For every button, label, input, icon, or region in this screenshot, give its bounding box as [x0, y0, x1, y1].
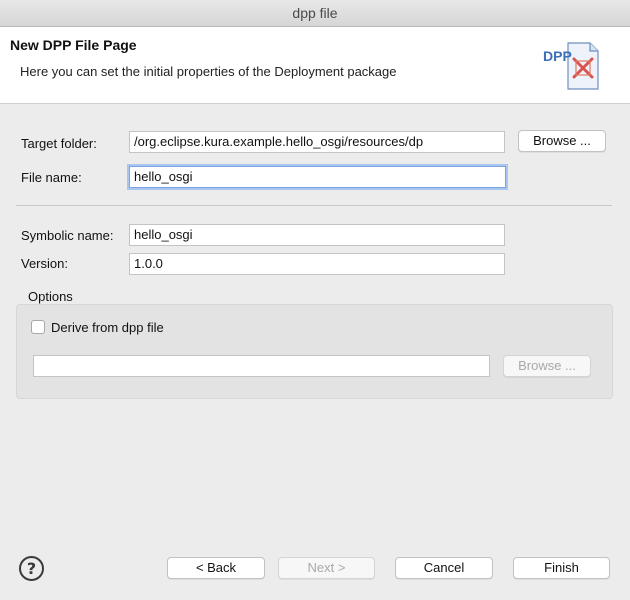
- help-icon[interactable]: ?: [19, 556, 44, 581]
- options-group: [16, 304, 613, 399]
- target-folder-input[interactable]: /org.eclipse.kura.example.hello_osgi/res…: [129, 131, 505, 153]
- next-button[interactable]: Next >: [278, 557, 375, 579]
- finish-button[interactable]: Finish: [513, 557, 610, 579]
- page-title: New DPP File Page: [10, 37, 137, 53]
- version-input[interactable]: 1.0.0: [129, 253, 505, 275]
- svg-text:DPP: DPP: [543, 48, 572, 64]
- target-folder-browse-button[interactable]: Browse ...: [518, 130, 606, 152]
- version-label: Version:: [21, 256, 68, 271]
- wizard-header: New DPP File Page Here you can set the i…: [0, 27, 630, 104]
- derive-browse-button[interactable]: Browse ...: [503, 355, 591, 377]
- derive-from-dpp-label[interactable]: Derive from dpp file: [51, 320, 164, 335]
- derive-from-dpp-checkbox[interactable]: [31, 320, 45, 334]
- options-group-title: Options: [28, 289, 73, 304]
- back-button[interactable]: < Back: [167, 557, 265, 579]
- dpp-file-icon: DPP: [540, 37, 604, 93]
- section-divider: [16, 205, 612, 206]
- symbolic-name-input[interactable]: hello_osgi: [129, 224, 505, 246]
- symbolic-name-label: Symbolic name:: [21, 228, 114, 243]
- target-folder-label: Target folder:: [21, 136, 97, 151]
- derive-path-input[interactable]: [33, 355, 490, 377]
- file-name-input[interactable]: hello_osgi: [129, 166, 506, 188]
- cancel-button[interactable]: Cancel: [395, 557, 493, 579]
- window-title: dpp file: [0, 0, 630, 27]
- page-description: Here you can set the initial properties …: [20, 64, 397, 79]
- file-name-label: File name:: [21, 170, 82, 185]
